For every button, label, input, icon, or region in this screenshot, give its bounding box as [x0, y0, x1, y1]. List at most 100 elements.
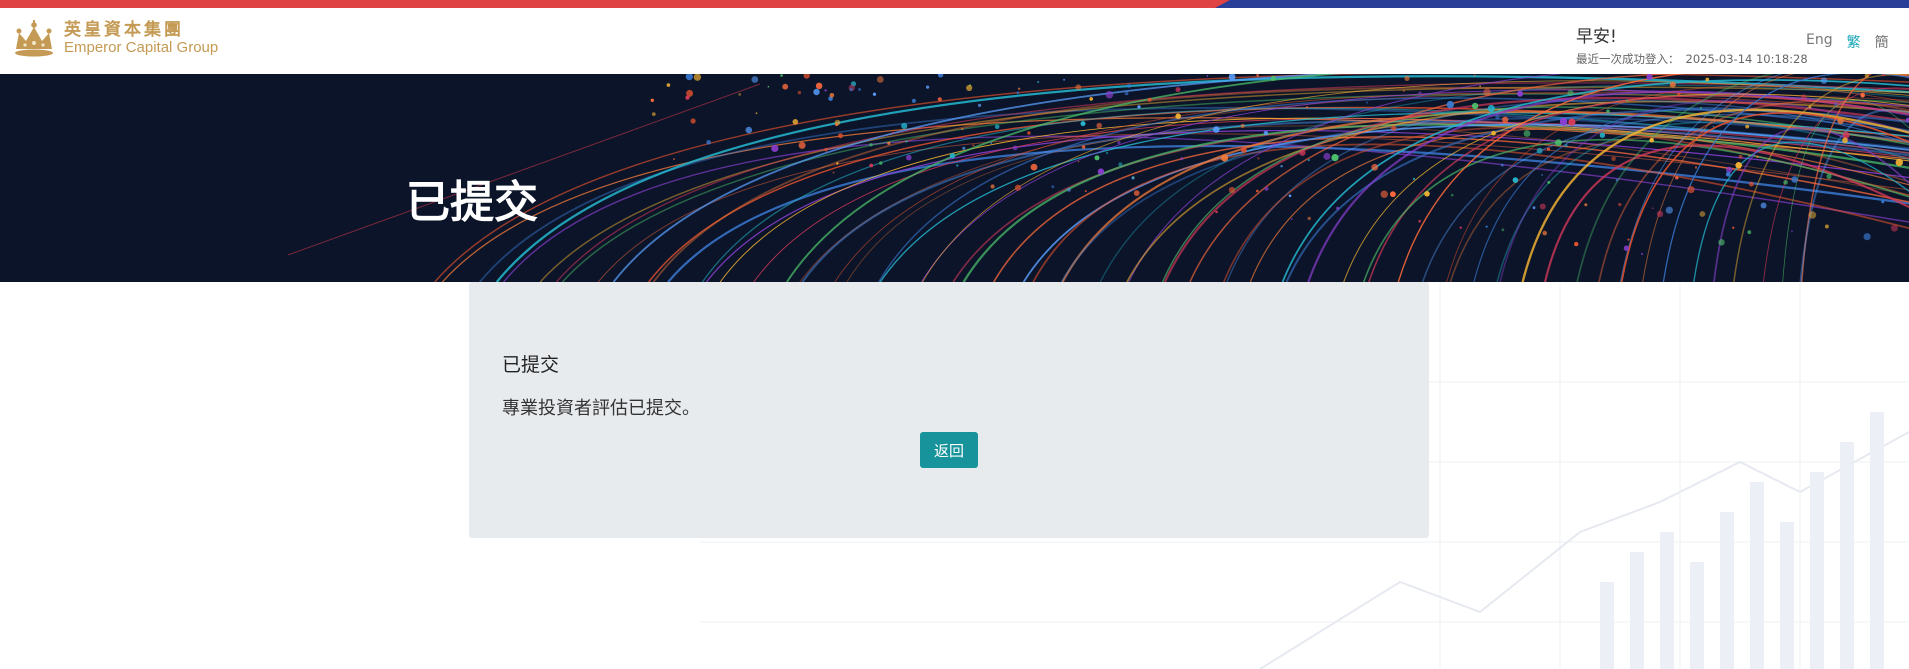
light-dot	[1080, 121, 1086, 127]
light-dot	[1837, 117, 1844, 125]
light-dot	[1175, 87, 1181, 93]
brand-name-en: Emperor Capital Group	[64, 39, 219, 57]
light-dot	[1131, 176, 1135, 180]
light-dot	[1532, 206, 1536, 210]
light-dot	[872, 92, 877, 96]
light-dot	[1584, 203, 1588, 207]
light-dot	[990, 184, 995, 189]
light-dot	[1615, 179, 1619, 182]
back-button[interactable]: 返回	[920, 432, 978, 468]
light-dot	[1051, 185, 1055, 189]
light-dot	[1118, 162, 1123, 167]
light-dot	[693, 74, 702, 81]
site-header: 英皇資本集團 Emperor Capital Group 早安! 最近一次成功登…	[0, 8, 1909, 74]
lang-traditional[interactable]: 繁	[1847, 32, 1861, 52]
light-dot	[1890, 224, 1898, 232]
light-dot	[1842, 137, 1848, 144]
crown-icon	[15, 20, 53, 57]
light-dot	[1175, 113, 1181, 119]
light-dot	[1459, 226, 1462, 229]
submission-message: 專業投資者評估已提交。	[502, 398, 700, 419]
light-dot	[1299, 149, 1306, 156]
submission-result-panel: 已提交 專業投資者評估已提交。 返回	[469, 282, 1429, 538]
light-dot	[1646, 74, 1653, 80]
light-dot	[1834, 102, 1838, 106]
light-dot	[905, 140, 908, 143]
stripe-blue	[1215, 0, 1909, 8]
light-dot	[1288, 194, 1292, 198]
light-dot	[782, 83, 789, 90]
light-dot	[1495, 115, 1500, 120]
last-login-info: 最近一次成功登入： 2025-03-14 10:18:28	[1576, 51, 1808, 67]
light-dot	[1800, 94, 1807, 101]
light-dot	[1257, 157, 1260, 160]
light-dot	[651, 112, 656, 116]
light-dot	[1487, 104, 1496, 113]
light-dot	[1147, 97, 1152, 102]
lang-simplified[interactable]: 簡	[1875, 32, 1889, 52]
light-dot	[1280, 165, 1283, 168]
light-dot	[1539, 203, 1546, 210]
light-dot	[1599, 132, 1606, 138]
light-dot	[832, 171, 835, 174]
light-dot	[869, 163, 874, 168]
light-dot	[1824, 224, 1829, 229]
language-switcher: Eng 繁 簡	[1806, 32, 1889, 52]
light-dot	[879, 161, 883, 165]
light-dot	[1568, 118, 1576, 126]
light-dot	[1567, 89, 1574, 96]
light-dot	[1264, 186, 1269, 191]
light-dot	[1366, 101, 1368, 104]
last-login-label: 最近一次成功登入：	[1576, 52, 1680, 66]
light-dot	[1618, 202, 1622, 207]
last-login-time: 2025-03-14 10:18:28	[1685, 52, 1808, 66]
light-dot	[1263, 130, 1269, 136]
light-dot	[792, 119, 799, 125]
light-dot	[797, 90, 802, 95]
light-dot	[1623, 245, 1630, 251]
page-banner: 已提交	[0, 74, 1909, 282]
light-dot	[1403, 151, 1406, 154]
light-dot	[926, 85, 930, 89]
light-dot	[1067, 187, 1071, 192]
light-dot	[1502, 116, 1509, 123]
light-dot	[1241, 147, 1247, 153]
light-dot	[1808, 105, 1812, 109]
light-dot	[1105, 90, 1114, 99]
light-dot	[1699, 211, 1706, 217]
light-dot	[1117, 141, 1121, 145]
light-trail	[667, 144, 1909, 282]
light-dot	[837, 133, 844, 139]
light-dot	[1473, 74, 1476, 77]
light-dot	[650, 98, 654, 102]
light-dot	[1336, 206, 1340, 210]
light-dot	[1687, 186, 1695, 194]
light-dot	[966, 84, 973, 92]
light-dot	[803, 74, 810, 79]
light-dot	[1390, 191, 1396, 198]
light-dot	[1747, 230, 1752, 235]
light-dot	[1625, 99, 1629, 102]
light-dot	[1255, 189, 1259, 193]
light-dot	[1089, 97, 1093, 101]
light-dot	[1017, 87, 1021, 90]
light-dot	[937, 74, 944, 78]
light-dot	[1669, 81, 1676, 88]
light-dot	[685, 95, 690, 100]
light-dot	[1106, 151, 1109, 155]
light-dot	[1738, 154, 1743, 159]
light-dot	[1718, 239, 1725, 246]
light-trails-graphic	[287, 74, 1909, 282]
light-dot	[1649, 137, 1654, 143]
light-dot	[1783, 180, 1788, 185]
light-dot	[1760, 202, 1767, 209]
light-dot	[767, 85, 770, 88]
light-dot	[887, 141, 891, 145]
light-dot	[1213, 126, 1220, 133]
brand-logo[interactable]: 英皇資本集團 Emperor Capital Group	[12, 20, 218, 58]
lang-eng[interactable]: Eng	[1806, 32, 1833, 52]
light-dot	[1547, 180, 1551, 184]
greeting-text: 早安!	[1576, 27, 1617, 47]
light-dot	[1559, 117, 1568, 126]
light-dot	[666, 83, 671, 87]
